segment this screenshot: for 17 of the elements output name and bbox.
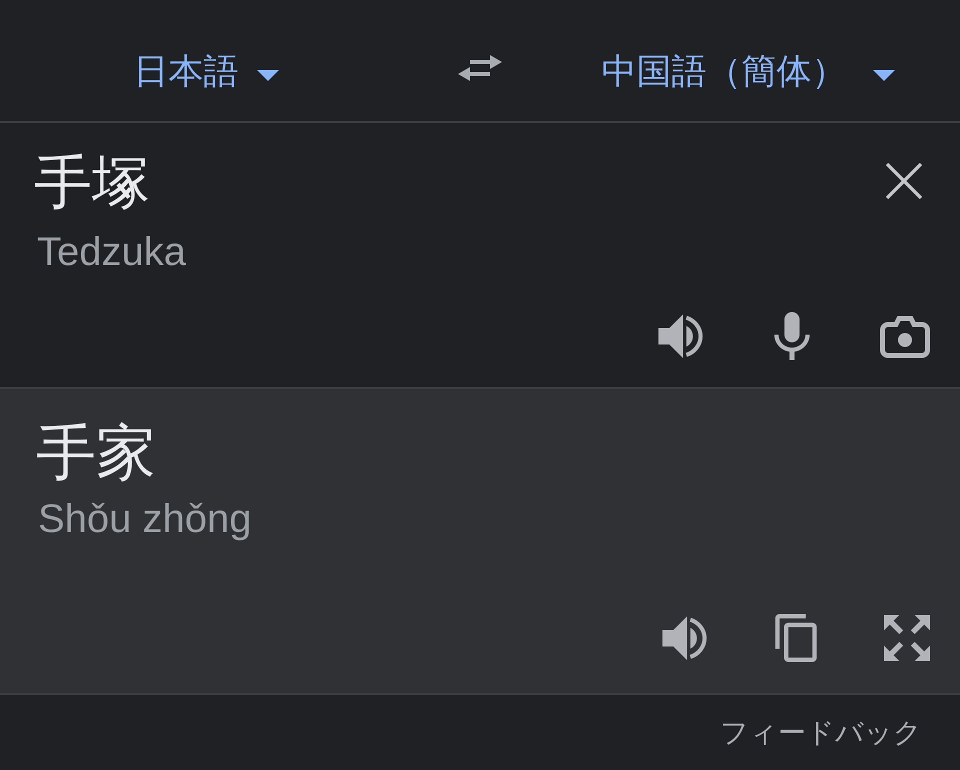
feedback-link[interactable]: フィードバック [720, 714, 922, 752]
translated-text: 手家 [36, 418, 156, 488]
speaker-icon[interactable] [658, 313, 704, 359]
source-language-dropdown[interactable]: 日本語 [134, 48, 278, 95]
translated-romanization: Shǒu zhǒng [38, 496, 252, 543]
source-text: 手塚 [34, 149, 150, 217]
camera-icon[interactable] [880, 314, 930, 358]
speaker-icon[interactable] [662, 615, 708, 661]
fullscreen-icon[interactable] [884, 615, 930, 661]
source-romanization: Tedzuka [37, 229, 186, 276]
microphone-icon[interactable] [774, 312, 810, 360]
caret-icon [872, 70, 894, 81]
copy-icon[interactable] [774, 614, 818, 662]
caret-icon [256, 70, 278, 81]
target-language-dropdown[interactable]: 中国語（簡体） [602, 48, 894, 95]
swap-arrows-icon[interactable] [458, 54, 502, 80]
close-icon[interactable] [886, 163, 922, 199]
